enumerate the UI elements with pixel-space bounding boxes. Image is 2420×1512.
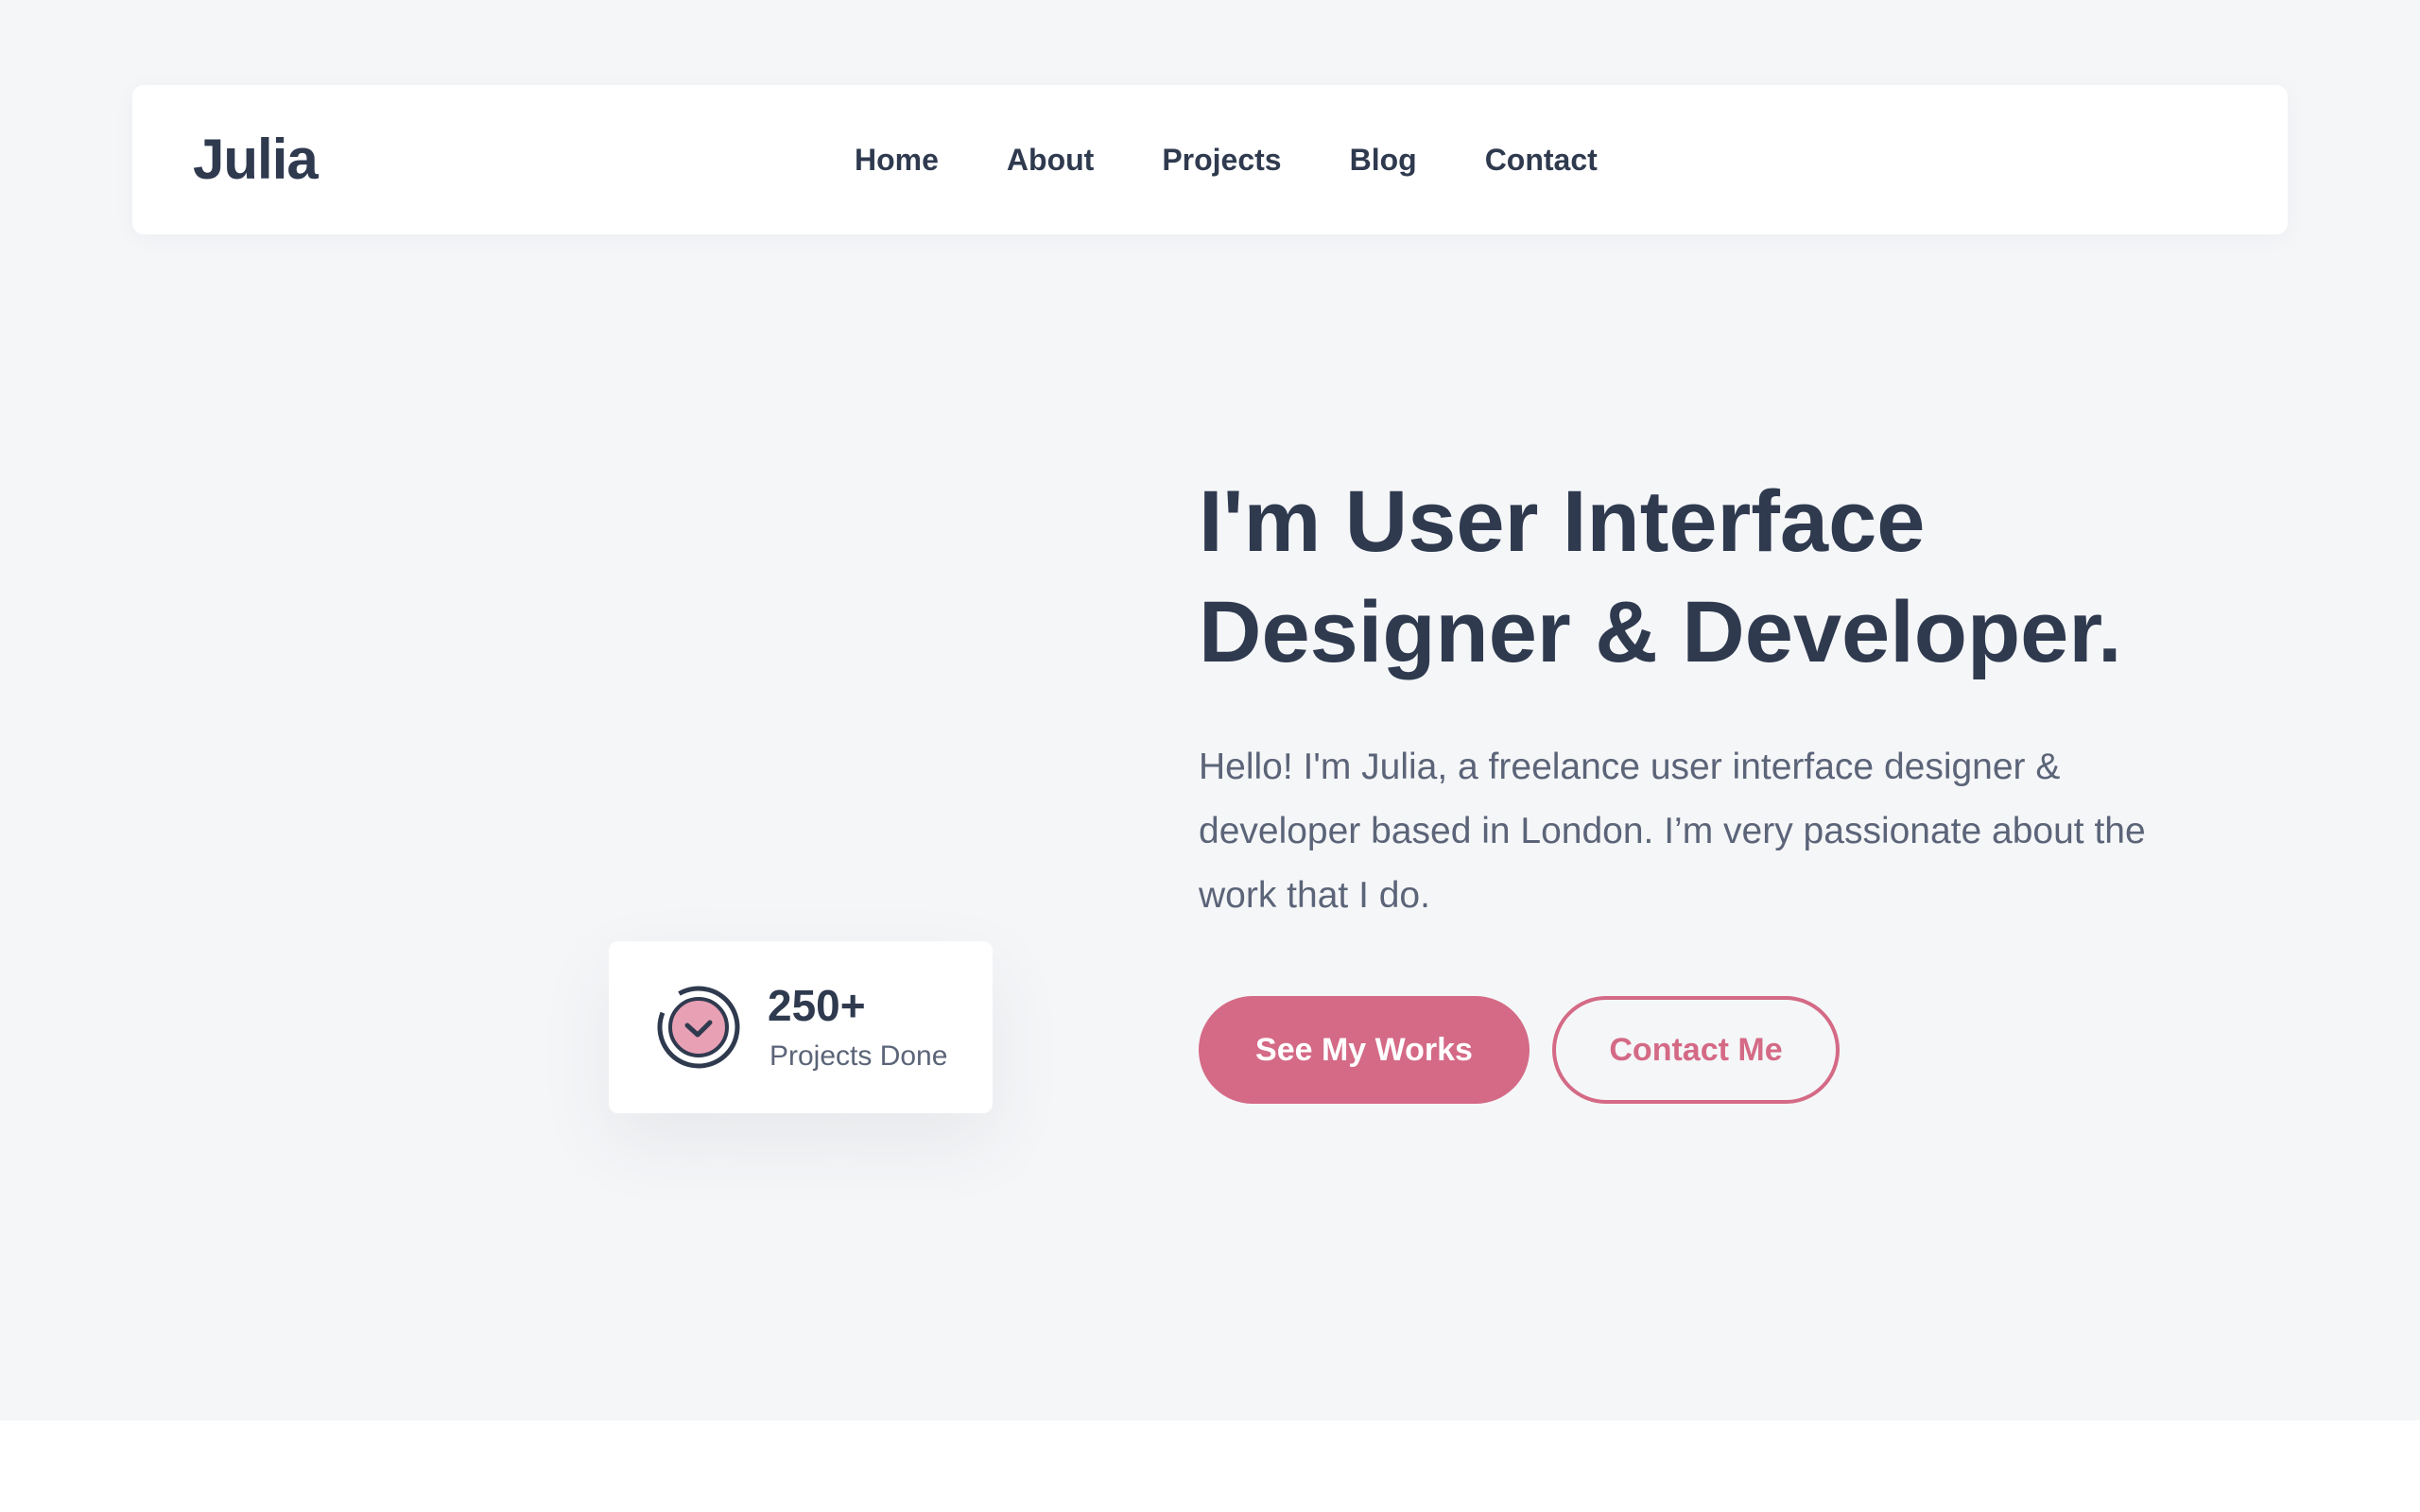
nav-link-contact[interactable]: Contact: [1485, 143, 1598, 177]
check-circle-icon: [657, 986, 740, 1069]
stat-label: Projects Done: [769, 1040, 948, 1072]
navbar: Julia Home About Projects Blog Contact: [132, 85, 2288, 234]
hero-description: Hello! I'm Julia, a freelance user inter…: [1199, 747, 2146, 916]
hero-title-line-1: I'm User Interface: [1199, 473, 1926, 570]
nav-link-home[interactable]: Home: [855, 143, 939, 177]
see-my-works-button[interactable]: See My Works: [1199, 996, 1530, 1104]
hero-title: I'm User Interface Designer & Developer.: [1199, 467, 2333, 688]
projects-stat-card: 250+ Projects Done: [609, 941, 993, 1113]
stat-value: 250+: [768, 981, 866, 1030]
contact-me-button[interactable]: Contact Me: [1552, 996, 1840, 1104]
nav-item-projects: Projects: [1162, 137, 1281, 182]
logo[interactable]: Julia: [193, 127, 319, 193]
nav-link-blog[interactable]: Blog: [1350, 143, 1417, 177]
nav-link-projects[interactable]: Projects: [1162, 143, 1281, 177]
nav-item-blog: Blog: [1350, 137, 1417, 182]
nav-menu: Home About Projects Blog Contact: [855, 137, 1598, 182]
nav-item-home: Home: [855, 137, 939, 182]
hero-title-line-2: Designer & Developer.: [1199, 584, 2122, 680]
nav-item-contact: Contact: [1485, 137, 1598, 182]
nav-item-about: About: [1007, 137, 1094, 182]
nav-link-about[interactable]: About: [1007, 143, 1094, 177]
